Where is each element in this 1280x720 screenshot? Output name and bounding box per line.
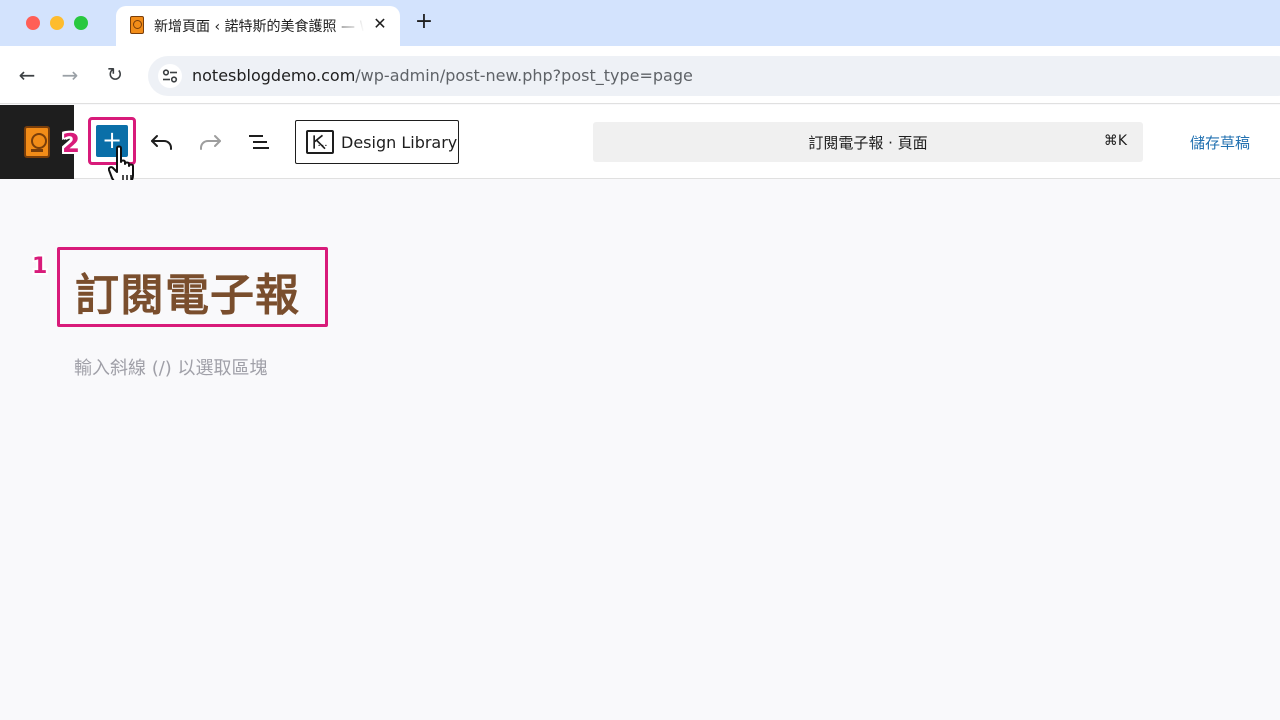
browser-toolbar: ← → ↻ notesblogdemo.com/wp-admin/post-ne… — [0, 46, 1280, 104]
browser-tab-active[interactable]: 新增頁面 ‹ 諾特斯的美食護照 — WordPress ✕ — [116, 6, 400, 46]
back-arrow-icon[interactable]: ← — [15, 63, 39, 87]
forward-arrow-icon[interactable]: → — [58, 63, 82, 87]
step-number-1: 1 — [32, 254, 48, 279]
window-zoom-button[interactable] — [74, 16, 88, 30]
new-tab-button[interactable]: + — [412, 10, 436, 34]
command-palette-bar[interactable]: 訂閱電子報 · 頁面 ⌘K — [593, 122, 1143, 162]
reload-icon[interactable]: ↻ — [103, 63, 127, 87]
step-number-2: 2 — [62, 129, 81, 159]
url-text[interactable]: notesblogdemo.com/wp-admin/post-new.php?… — [192, 66, 693, 85]
url-path: /wp-admin/post-new.php?post_type=page — [355, 66, 693, 85]
kadence-logo-icon — [306, 130, 334, 154]
page-title[interactable]: 訂閱電子報 — [75, 259, 300, 323]
document-title-label: 訂閱電子報 · 頁面 — [808, 134, 928, 152]
browser-tab-strip: 新增頁面 ‹ 諾特斯的美食護照 — WordPress ✕ + — [0, 0, 1280, 46]
tab-title: 新增頁面 ‹ 諾特斯的美食護照 — WordPress — [154, 19, 364, 35]
passport-icon — [24, 126, 50, 158]
address-bar[interactable]: notesblogdemo.com/wp-admin/post-new.php?… — [148, 56, 1280, 96]
keyboard-shortcut: ⌘K — [1103, 133, 1127, 149]
site-info-button[interactable] — [158, 64, 182, 88]
redo-icon[interactable] — [197, 129, 223, 155]
window-minimize-button[interactable] — [50, 16, 64, 30]
design-library-button[interactable]: Design Library — [295, 120, 459, 164]
window-close-button[interactable] — [26, 16, 40, 30]
close-icon[interactable]: ✕ — [370, 14, 390, 34]
design-library-label: Design Library — [341, 133, 458, 152]
list-view-icon[interactable] — [246, 129, 272, 155]
save-draft-button[interactable]: 儲存草稿 — [1190, 132, 1250, 153]
undo-icon[interactable] — [149, 129, 175, 155]
block-placeholder[interactable]: 輸入斜線 (/) 以選取區塊 — [74, 354, 268, 380]
passport-icon — [130, 16, 144, 34]
editor-header: 2 + Design Library 訂閱電子報 · 頁面 ⌘K 儲存草稿 — [0, 105, 1280, 186]
url-host: notesblogdemo.com — [192, 66, 356, 85]
tune-icon — [162, 69, 178, 83]
editor-canvas: 1 訂閱電子報 輸入斜線 (/) 以選取區塊 — [0, 180, 1280, 720]
